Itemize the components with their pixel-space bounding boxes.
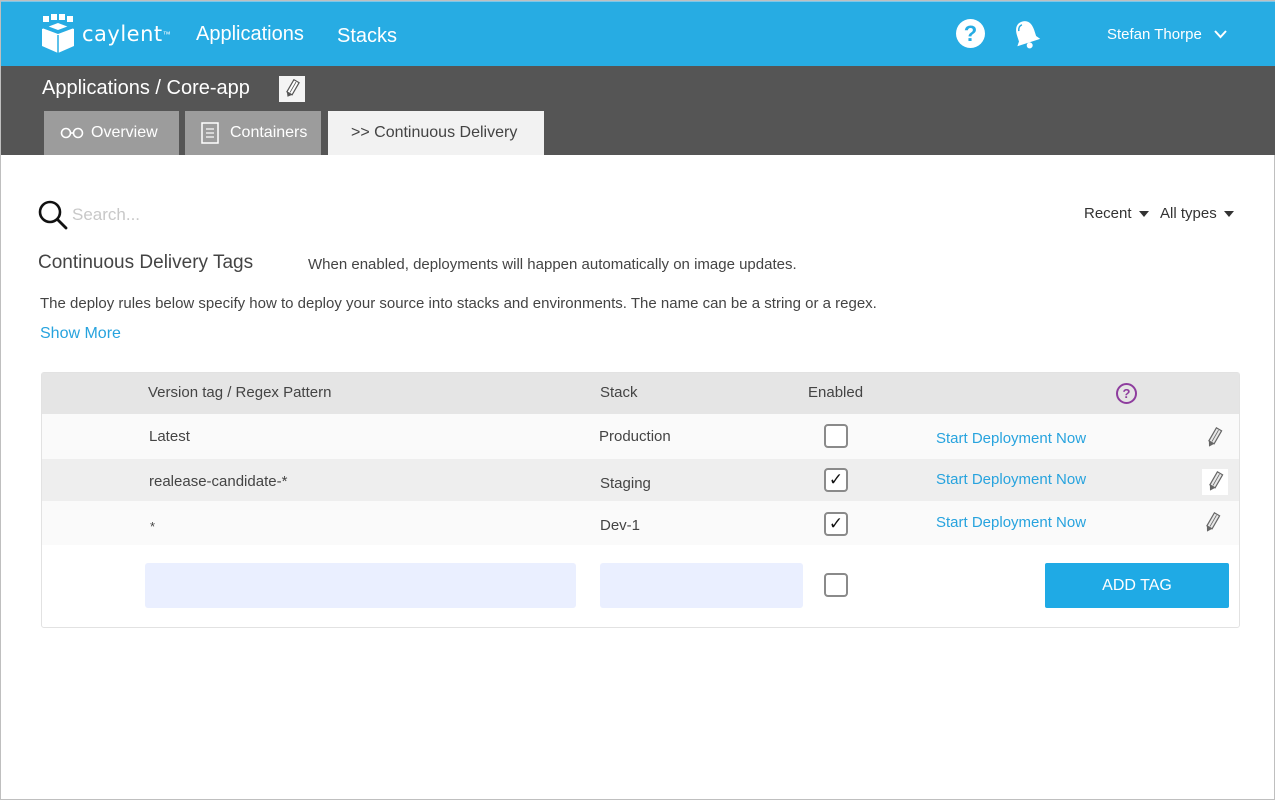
start-deployment-link[interactable]: Start Deployment Now (936, 514, 1086, 531)
pencil-icon[interactable] (1203, 511, 1221, 535)
section-description: The deploy rules below specify how to de… (40, 295, 877, 312)
chevron-down-icon (1214, 30, 1227, 39)
tab-containers[interactable]: Containers (185, 111, 321, 155)
page-header: Applications / Core-app Overview Contain… (1, 66, 1275, 155)
cube-logo-icon (42, 14, 74, 53)
start-deployment-link[interactable]: Start Deployment Now (936, 471, 1086, 488)
nav-applications[interactable]: Applications (196, 23, 304, 46)
caylent-logo[interactable]: caylent ™ (41, 14, 171, 54)
tab-continuous-delivery-label: >> Continuous Delivery (351, 124, 518, 141)
pencil-icon (1209, 471, 1224, 491)
row-stack: Production (599, 428, 671, 445)
user-menu[interactable]: Stefan Thorpe (1107, 26, 1227, 43)
row-stack: Dev-1 (600, 517, 641, 534)
recent-dropdown[interactable]: Recent (1084, 205, 1149, 222)
row-stack: Staging (600, 475, 651, 492)
edit-app-button[interactable] (279, 76, 305, 102)
new-tag-stack-input[interactable] (600, 563, 803, 608)
enabled-checkbox[interactable]: ✓ (824, 512, 848, 536)
delivery-tags-table: Version tag / Regex Pattern Stack Enable… (41, 372, 1240, 628)
row-tag: realease-candidate-* (149, 473, 288, 490)
app-frame: caylent ™ Applications Stacks ? Stefan T… (0, 0, 1275, 800)
add-tag-button[interactable]: ADD TAG (1045, 563, 1229, 608)
help-circle-icon[interactable]: ? (1116, 383, 1137, 404)
show-more-link[interactable]: Show More (40, 325, 121, 343)
document-icon (201, 122, 219, 144)
column-header-stack: Stack (600, 384, 638, 401)
section-title: Continuous Delivery Tags (38, 252, 254, 273)
search-input[interactable] (72, 201, 372, 229)
section-note: When enabled, deployments will happen au… (308, 256, 797, 273)
help-icon[interactable]: ? (956, 19, 985, 48)
new-tag-pattern-input[interactable] (145, 563, 576, 608)
types-dropdown-label: All types (1160, 205, 1217, 222)
row-tag: * (150, 519, 156, 534)
pencil-icon[interactable] (1205, 426, 1223, 450)
tab-overview[interactable]: Overview (44, 111, 179, 155)
column-header-tag: Version tag / Regex Pattern (148, 384, 332, 401)
user-name: Stefan Thorpe (1107, 26, 1202, 43)
types-dropdown[interactable]: All types (1160, 205, 1234, 222)
logo-wordmark: caylent (82, 22, 163, 46)
enabled-checkbox[interactable]: ✓ (824, 468, 848, 492)
start-deployment-link[interactable]: Start Deployment Now (936, 430, 1086, 447)
logo-trademark: ™ (162, 29, 171, 39)
caret-down-icon (1223, 210, 1234, 217)
enabled-checkbox[interactable] (824, 424, 848, 448)
caret-down-icon (1138, 210, 1149, 217)
glasses-icon (60, 127, 84, 139)
row-tag: Latest (149, 428, 190, 445)
table-row: Latest Production Start Deployment Now (42, 414, 1239, 459)
search-icon[interactable] (38, 200, 68, 230)
nav-stacks[interactable]: Stacks (337, 25, 397, 48)
recent-dropdown-label: Recent (1084, 205, 1132, 222)
top-navigation-bar: caylent ™ Applications Stacks ? Stefan T… (1, 1, 1275, 66)
column-header-enabled: Enabled (808, 384, 864, 401)
breadcrumb: Applications / Core-app (42, 77, 250, 99)
tab-containers-label: Containers (230, 124, 308, 141)
pencil-icon (286, 79, 300, 97)
bell-icon[interactable] (1010, 17, 1042, 56)
table-row: * Dev-1 ✓ Start Deployment Now (42, 501, 1239, 545)
tab-continuous-delivery[interactable]: >> Continuous Delivery (328, 111, 544, 155)
edit-button[interactable] (1202, 469, 1228, 495)
tab-overview-label: Overview (91, 124, 158, 141)
table-row: realease-candidate-* Staging ✓ Start Dep… (42, 459, 1239, 501)
new-tag-enabled-checkbox[interactable] (824, 573, 848, 597)
table-header: Version tag / Regex Pattern Stack Enable… (42, 373, 1239, 414)
